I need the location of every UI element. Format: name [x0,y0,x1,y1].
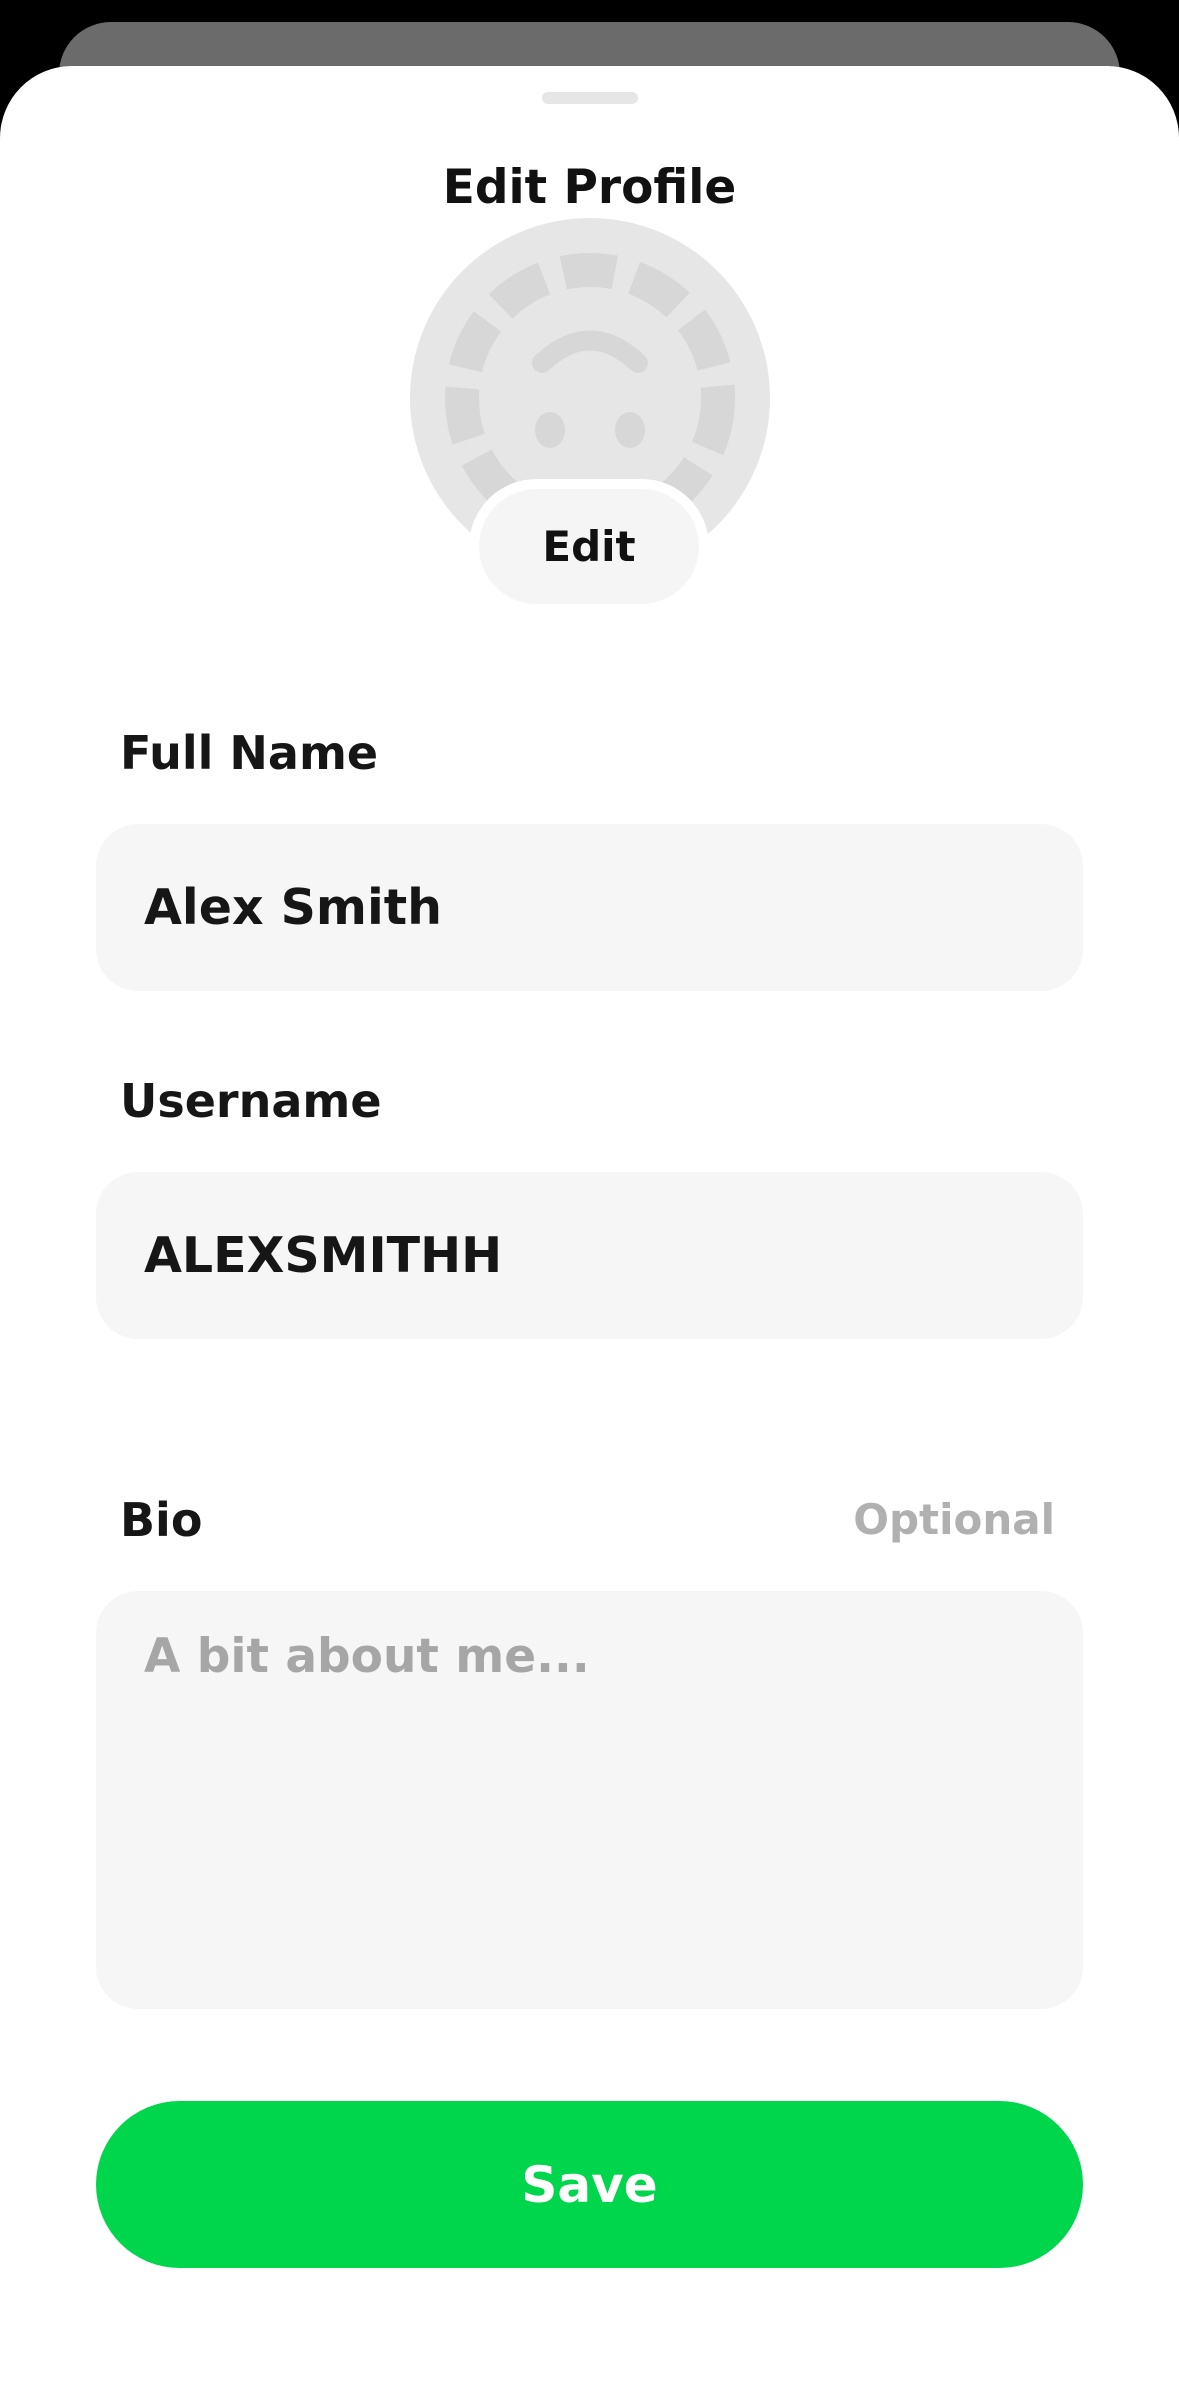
full-name-label: Full Name [120,726,379,780]
edit-avatar-button[interactable]: Edit [469,479,709,614]
username-label: Username [120,1074,382,1128]
page-title: Edit Profile [442,160,737,215]
save-button[interactable]: Save [96,2101,1083,2268]
full-name-field[interactable]: Alex Smith [96,824,1083,991]
optional-label: Optional [853,1495,1055,1544]
edit-avatar-label: Edit [479,489,699,604]
username-field[interactable]: ALEXSMITHH [96,1172,1083,1339]
sheet-grabber[interactable] [542,92,638,104]
bio-field[interactable]: A bit about me... [96,1591,1083,2009]
bio-label: Bio [120,1493,203,1547]
